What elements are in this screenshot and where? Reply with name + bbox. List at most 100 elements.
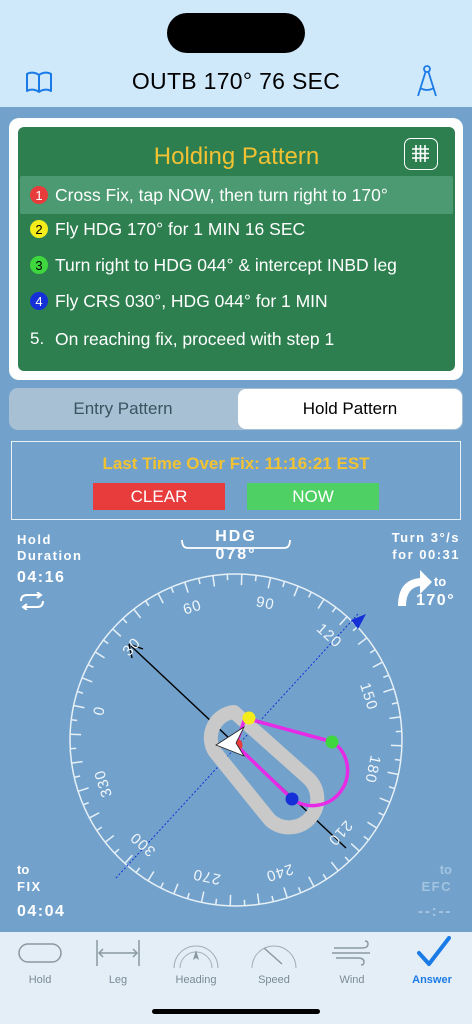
hold-pattern-segment[interactable]: Hold Pattern xyxy=(238,389,462,429)
compass-tick xyxy=(282,581,286,588)
compass-tick xyxy=(350,843,360,852)
compass-tick xyxy=(81,677,93,683)
compass-tick xyxy=(186,892,190,899)
compass-tick xyxy=(308,876,315,887)
tab-hold[interactable]: Hold xyxy=(0,936,80,986)
turn-rate: Turn 3°/s xyxy=(391,530,460,545)
step-1[interactable]: 1 Cross Fix, tap NOW, then turn right to… xyxy=(30,177,450,213)
drafting-compass-icon[interactable] xyxy=(414,64,440,98)
compass-tick xyxy=(77,690,84,694)
step-number: 4 xyxy=(30,292,48,310)
compass-tick xyxy=(317,598,325,609)
checkmark-icon xyxy=(417,936,451,966)
compass-tick xyxy=(183,581,189,593)
tab-wind[interactable]: Wind xyxy=(312,936,392,986)
compass-tick xyxy=(200,891,205,903)
compass-tick xyxy=(352,626,358,632)
step-text: Fly HDG 170° for 1 MIN 16 SEC xyxy=(55,218,306,239)
compass-tick xyxy=(135,867,141,874)
compass-tick xyxy=(96,826,103,832)
step-text: Cross Fix, tap NOW, then turn right to 1… xyxy=(55,184,388,205)
book-icon[interactable] xyxy=(25,71,53,93)
last-time-over-fix: Last Time Over Fix: 11:16:21 EST xyxy=(102,454,370,473)
compass-tick xyxy=(159,882,165,889)
compass-tick xyxy=(71,719,78,722)
tab-leg[interactable]: Leg xyxy=(78,936,158,986)
waypoint-step-2 xyxy=(242,711,256,725)
compass-tick xyxy=(367,821,378,829)
compass-tick xyxy=(114,848,120,854)
compass-tick xyxy=(104,834,115,843)
step-2[interactable]: 2 Fly HDG 170° for 1 MIN 16 SEC xyxy=(30,211,450,247)
compass-tick xyxy=(157,593,164,604)
timer-box xyxy=(11,441,461,520)
to-fix-label: FIX xyxy=(17,879,42,894)
compass-tick xyxy=(89,812,100,819)
compass-tick xyxy=(379,797,391,803)
clear-button[interactable]: CLEAR xyxy=(93,483,225,510)
to-efc-time: --:-- xyxy=(417,903,452,920)
turn-to-label: to xyxy=(433,574,447,589)
compass-tick xyxy=(330,861,339,872)
compass-tick xyxy=(256,893,260,905)
tab-heading[interactable]: Heading xyxy=(156,936,236,986)
to-fix-label: to xyxy=(17,862,30,877)
holding-instrument xyxy=(69,539,432,907)
wind-icon xyxy=(332,940,370,966)
waypoint-step-4 xyxy=(285,792,299,806)
page-title: OUTB 170° 76 SEC xyxy=(131,68,341,94)
compass-tick xyxy=(94,651,105,659)
compass-tick xyxy=(388,786,395,790)
compass-tick xyxy=(71,760,83,764)
heading-icon xyxy=(173,945,219,969)
compass-tick xyxy=(322,873,328,880)
leg-icon xyxy=(96,940,140,966)
compass-tick xyxy=(271,895,275,902)
compass-tick xyxy=(339,616,348,626)
compass-tick xyxy=(133,608,142,619)
compass-tick xyxy=(102,639,109,645)
compass-tick xyxy=(394,758,401,761)
compass-tick xyxy=(254,575,257,582)
heading-readout: HDG 078° xyxy=(215,528,257,563)
compass-tick xyxy=(363,835,370,841)
compass-tick xyxy=(170,586,175,594)
step-4[interactable]: 4 Fly CRS 030°, HDG 044° for 1 MIN xyxy=(30,283,450,319)
compass-tick xyxy=(357,637,368,646)
step-5[interactable]: 5. On reaching fix, proceed with step 1 xyxy=(30,321,450,357)
compass-tick xyxy=(77,787,89,793)
course-arrowhead-icon xyxy=(351,614,366,629)
compass-tick xyxy=(215,898,218,905)
waypoint-step-3 xyxy=(325,735,339,749)
compass-tick xyxy=(344,856,350,862)
compass-tick xyxy=(372,661,383,668)
tab-answer[interactable]: Answer xyxy=(392,936,472,986)
now-button[interactable]: NOW xyxy=(247,483,379,510)
to-fix-time: 04:04 xyxy=(17,903,66,920)
compass-tick xyxy=(267,577,272,589)
entry-pattern-segment[interactable]: Entry Pattern xyxy=(10,389,236,429)
hold-duration-title: Duration xyxy=(17,548,83,563)
compass-tick xyxy=(73,704,85,709)
step-3[interactable]: 3 Turn right to HDG 044° & intercept INB… xyxy=(30,247,450,283)
compass-tick xyxy=(307,591,313,598)
step-number: 2 xyxy=(30,220,48,238)
turn-to-heading: 170° xyxy=(416,592,456,609)
grid-icon xyxy=(412,145,429,162)
compass-tick xyxy=(283,887,289,899)
repeat-icon[interactable] xyxy=(17,592,47,610)
home-indicator xyxy=(152,1009,320,1014)
tab-speed[interactable]: Speed xyxy=(234,936,314,986)
compass-tick xyxy=(87,663,94,669)
compass-tick xyxy=(369,648,376,654)
tab-label: Heading xyxy=(175,974,217,986)
compass-tick xyxy=(389,716,401,720)
grid-button[interactable] xyxy=(404,138,438,170)
speed-icon xyxy=(251,945,297,969)
tab-label: Hold xyxy=(28,974,52,986)
compass-tick xyxy=(147,871,155,882)
hold-duration-title: Hold xyxy=(17,532,52,547)
compass-tick xyxy=(387,771,399,776)
step-text: On reaching fix, proceed with step 1 xyxy=(55,328,335,349)
to-efc-label: EFC xyxy=(421,879,452,894)
